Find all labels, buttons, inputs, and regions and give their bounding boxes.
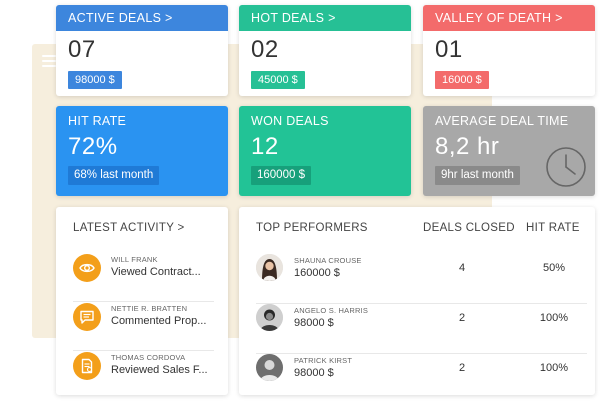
activity-item[interactable]: WILL FRANK Viewed Contract... bbox=[73, 254, 214, 302]
valley-of-death-count: 01 bbox=[435, 36, 463, 63]
activity-user-name: NETTIE R. BRATTEN bbox=[111, 304, 188, 313]
average-deal-time-card: AVERAGE DEAL TIME 8,2 hr 9hr last month bbox=[423, 106, 595, 196]
valley-of-death-amount-badge: 16000 $ bbox=[435, 71, 489, 89]
activity-item[interactable]: NETTIE R. BRATTEN Commented Prop... bbox=[73, 303, 214, 351]
hit-rate-value: 72% bbox=[68, 133, 118, 160]
comment-icon bbox=[73, 303, 101, 331]
hot-deals-card[interactable]: HOT DEALS > 02 45000 $ bbox=[239, 5, 411, 96]
hot-deals-title[interactable]: HOT DEALS > bbox=[239, 5, 411, 31]
hot-deals-amount-badge: 45000 $ bbox=[251, 71, 305, 89]
activity-user-name: THOMAS CORDOVA bbox=[111, 353, 186, 362]
clock-icon bbox=[546, 147, 586, 187]
active-deals-card[interactable]: ACTIVE DEALS > 07 98000 $ bbox=[56, 5, 228, 96]
average-deal-time-label: AVERAGE DEAL TIME bbox=[435, 114, 569, 128]
performer-name: ANGELO S. HARRIS bbox=[294, 306, 369, 315]
performer-deals-closed: 2 bbox=[458, 362, 466, 374]
hit-rate-header: HIT RATE bbox=[526, 222, 580, 234]
eye-icon bbox=[73, 254, 101, 282]
won-deals-card: WON DEALS 12 160000 $ bbox=[239, 106, 411, 196]
activity-description: Reviewed Sales F... bbox=[111, 364, 208, 376]
document-icon bbox=[73, 352, 101, 380]
won-deals-value: 12 bbox=[251, 133, 279, 160]
latest-activity-panel: LATEST ACTIVITY > WILL FRANK Viewed Cont… bbox=[56, 207, 228, 395]
top-performers-title: TOP PERFORMERS bbox=[256, 222, 368, 234]
won-deals-label: WON DEALS bbox=[251, 114, 329, 128]
performer-amount: 98000 $ bbox=[294, 317, 334, 329]
performer-row[interactable]: PATRICK KIRST 98000 $ 2 100% bbox=[256, 354, 587, 395]
activity-description: Commented Prop... bbox=[111, 315, 207, 327]
top-performers-panel: TOP PERFORMERS DEALS CLOSED HIT RATE SHA… bbox=[239, 207, 595, 395]
performer-deals-closed: 4 bbox=[458, 262, 466, 274]
hit-rate-card: HIT RATE 72% 68% last month bbox=[56, 106, 228, 196]
activity-item[interactable]: THOMAS CORDOVA Reviewed Sales F... bbox=[73, 352, 214, 395]
avatar bbox=[256, 354, 283, 381]
performer-row[interactable]: ANGELO S. HARRIS 98000 $ 2 100% bbox=[256, 304, 587, 354]
performer-deals-closed: 2 bbox=[458, 312, 466, 324]
won-deals-badge: 160000 $ bbox=[251, 166, 311, 185]
performer-hit-rate: 50% bbox=[542, 262, 566, 274]
active-deals-title[interactable]: ACTIVE DEALS > bbox=[56, 5, 228, 31]
performer-hit-rate: 100% bbox=[539, 312, 569, 324]
menu-icon[interactable] bbox=[42, 55, 56, 67]
average-deal-time-value: 8,2 hr bbox=[435, 133, 500, 160]
performer-row[interactable]: SHAUNA CROUSE 160000 $ 4 50% bbox=[256, 254, 587, 304]
performer-amount: 98000 $ bbox=[294, 367, 334, 379]
deals-closed-header: DEALS CLOSED bbox=[423, 222, 515, 234]
active-deals-amount-badge: 98000 $ bbox=[68, 71, 122, 89]
valley-of-death-card[interactable]: VALLEY OF DEATH > 01 16000 $ bbox=[423, 5, 595, 96]
avatar bbox=[256, 304, 283, 331]
activity-description: Viewed Contract... bbox=[111, 266, 201, 278]
latest-activity-title[interactable]: LATEST ACTIVITY > bbox=[73, 222, 185, 234]
hot-deals-count: 02 bbox=[251, 36, 279, 63]
activity-user-name: WILL FRANK bbox=[111, 255, 158, 264]
hit-rate-label: HIT RATE bbox=[68, 114, 127, 128]
performer-name: PATRICK KIRST bbox=[294, 356, 353, 365]
performer-name: SHAUNA CROUSE bbox=[294, 256, 362, 265]
hit-rate-badge: 68% last month bbox=[68, 166, 160, 185]
average-deal-time-badge: 9hr last month bbox=[435, 166, 520, 185]
performer-hit-rate: 100% bbox=[539, 362, 569, 374]
active-deals-count: 07 bbox=[68, 36, 96, 63]
valley-of-death-title[interactable]: VALLEY OF DEATH > bbox=[423, 5, 595, 31]
performer-amount: 160000 $ bbox=[294, 267, 340, 279]
avatar bbox=[256, 254, 283, 281]
